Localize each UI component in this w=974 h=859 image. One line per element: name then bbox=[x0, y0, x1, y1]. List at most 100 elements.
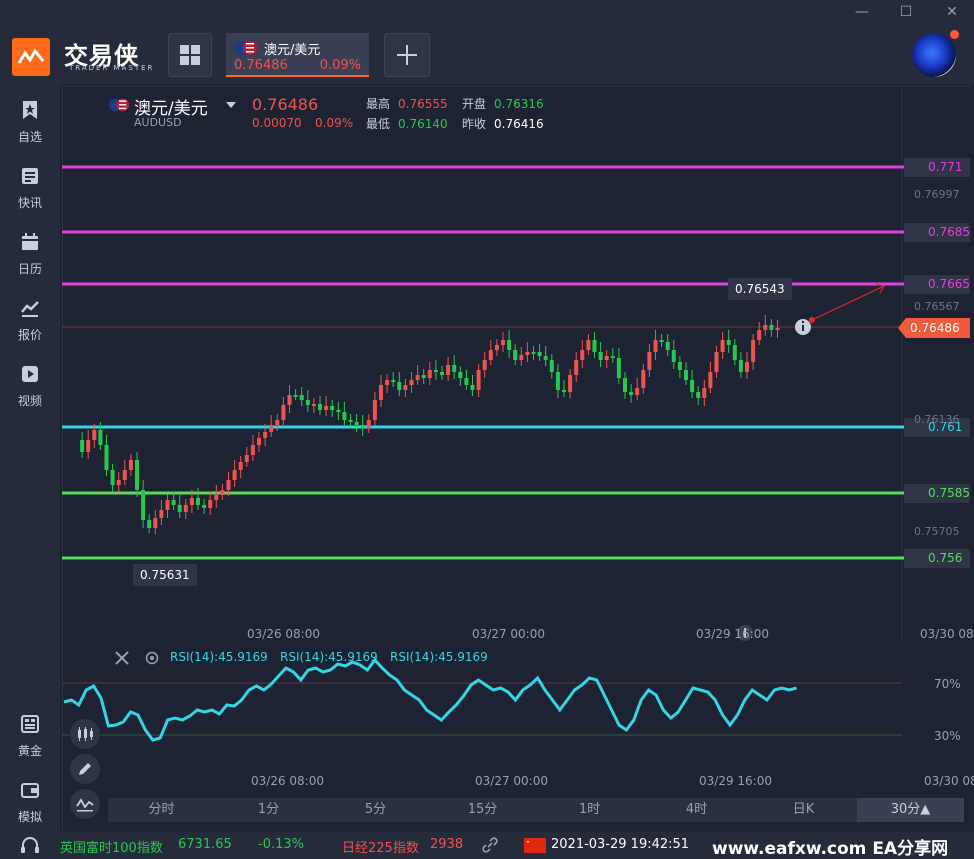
timeframe-tick[interactable]: 分时 bbox=[108, 798, 215, 822]
candle bbox=[598, 352, 603, 360]
candle bbox=[238, 462, 243, 470]
high-value: 最高 0.76555 bbox=[366, 97, 448, 111]
candle bbox=[757, 330, 762, 340]
candle bbox=[92, 430, 97, 440]
current-price-marker: 0.76486 bbox=[898, 318, 970, 338]
candle bbox=[482, 360, 487, 370]
timeframe-bar: 分时 1分 5分 15分 1时 4时 日K 30分▲ bbox=[108, 798, 964, 822]
candle bbox=[177, 505, 182, 512]
candle bbox=[311, 404, 316, 406]
rsi-label: RSI(14):45.9169 bbox=[170, 650, 268, 664]
candle bbox=[153, 518, 158, 528]
candle bbox=[769, 325, 774, 330]
candle bbox=[336, 410, 341, 412]
index1-value: 6731.65 bbox=[178, 837, 232, 852]
candle bbox=[763, 325, 768, 330]
candle bbox=[568, 375, 573, 392]
price-tick: 0.76567 bbox=[914, 300, 960, 313]
candle bbox=[549, 360, 554, 372]
candle bbox=[452, 365, 457, 372]
link-icon[interactable] bbox=[481, 836, 499, 854]
candle bbox=[257, 438, 261, 445]
candle bbox=[775, 328, 780, 330]
candle bbox=[202, 505, 207, 508]
info-icon[interactable] bbox=[795, 319, 811, 335]
candle bbox=[397, 382, 402, 390]
index2-value: 2938 bbox=[430, 837, 464, 852]
candle bbox=[738, 360, 743, 372]
chart-type-button[interactable] bbox=[70, 719, 100, 749]
candle bbox=[196, 498, 200, 505]
index1-name[interactable]: 英国富时100指数 bbox=[60, 837, 163, 856]
index2-name[interactable]: 日经225指数 bbox=[342, 837, 419, 856]
candle bbox=[366, 420, 371, 428]
headset-icon[interactable] bbox=[20, 837, 40, 855]
candle bbox=[183, 505, 188, 512]
candle bbox=[226, 480, 231, 490]
candle bbox=[525, 352, 530, 355]
timeframe-1h[interactable]: 1时 bbox=[536, 798, 643, 822]
timeframe-1m[interactable]: 1分 bbox=[215, 798, 322, 822]
candle bbox=[427, 370, 432, 378]
candle bbox=[446, 365, 451, 375]
watermark: www.eafxw.com EA分享网 bbox=[712, 839, 949, 859]
chevron-down-icon[interactable] bbox=[226, 102, 236, 108]
candle bbox=[324, 406, 329, 410]
current-price: 0.76486 bbox=[252, 95, 319, 114]
timeframe-5m[interactable]: 5分 bbox=[322, 798, 429, 822]
candle bbox=[720, 340, 725, 352]
candle bbox=[189, 498, 194, 505]
candle bbox=[440, 372, 444, 375]
indicator-wave-icon bbox=[76, 798, 94, 812]
timeframe-30m[interactable]: 30分▲ bbox=[857, 798, 964, 822]
timeframe-4h[interactable]: 4时 bbox=[643, 798, 750, 822]
level-tag-07665[interactable]: 0.7665 bbox=[904, 275, 970, 294]
candle bbox=[543, 356, 548, 360]
settings-gear-icon[interactable] bbox=[144, 650, 160, 666]
low-value: 最低 0.76140 bbox=[366, 117, 448, 131]
price-change: 0.00070 bbox=[252, 116, 302, 130]
candle bbox=[98, 430, 103, 445]
candle bbox=[385, 380, 390, 385]
candle bbox=[433, 370, 438, 372]
time-label: 03/29 16:00 bbox=[699, 774, 772, 788]
candle bbox=[555, 372, 560, 390]
candle bbox=[745, 362, 749, 372]
timeframe-daily[interactable]: 日K bbox=[750, 798, 857, 822]
draw-tool-button[interactable] bbox=[70, 754, 100, 784]
level-tag-07585[interactable]: 0.7585 bbox=[904, 484, 970, 503]
candle bbox=[635, 388, 640, 395]
candle bbox=[159, 510, 164, 518]
candle bbox=[208, 500, 213, 508]
price-tick: 0.76997 bbox=[914, 188, 960, 201]
level-tag-07685[interactable]: 0.7685 bbox=[904, 223, 970, 242]
candle bbox=[141, 490, 146, 520]
indicator-button[interactable] bbox=[70, 789, 100, 819]
candle bbox=[714, 352, 719, 372]
candle bbox=[128, 460, 133, 470]
candle bbox=[659, 340, 664, 342]
candle bbox=[604, 356, 609, 360]
timeframe-15m[interactable]: 15分 bbox=[429, 798, 536, 822]
candle bbox=[470, 385, 475, 390]
candle bbox=[232, 470, 237, 480]
candle bbox=[80, 440, 85, 452]
level-tag-0771[interactable]: 0.771 bbox=[904, 158, 970, 177]
candle bbox=[330, 406, 335, 410]
candle bbox=[519, 355, 524, 360]
level-tag-0756[interactable]: 0.756 bbox=[904, 549, 970, 568]
candle bbox=[220, 490, 225, 495]
close-indicator-icon[interactable] bbox=[114, 650, 130, 666]
candle bbox=[586, 340, 591, 350]
candle bbox=[421, 375, 426, 378]
candle bbox=[464, 378, 469, 385]
candle bbox=[751, 340, 756, 362]
candle bbox=[629, 392, 634, 395]
candle bbox=[342, 412, 347, 420]
candle bbox=[677, 362, 682, 370]
candle bbox=[562, 390, 566, 392]
low-callout: 0.75631 bbox=[133, 564, 197, 586]
candle bbox=[275, 420, 280, 425]
aud-usd-flag-icon bbox=[108, 98, 130, 112]
candle bbox=[104, 445, 109, 470]
